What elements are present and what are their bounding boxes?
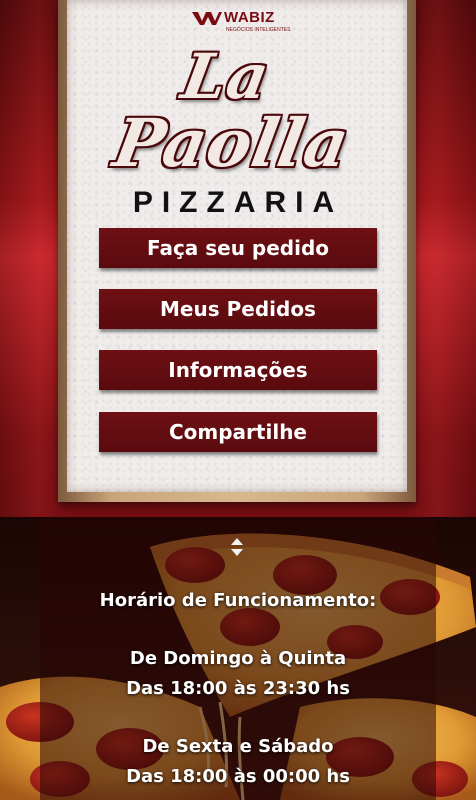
scroll-arrows-icon[interactable] bbox=[229, 536, 245, 558]
my-orders-button[interactable]: Meus Pedidos bbox=[99, 289, 377, 329]
hours-days-2: De Sexta e Sábado bbox=[142, 736, 334, 757]
logo-line-2: Paolla bbox=[108, 104, 356, 182]
brand-tagline: NEGÓCIOS INTELIGENTES bbox=[226, 27, 291, 33]
order-button[interactable]: Faça seu pedido bbox=[99, 228, 377, 268]
information-button[interactable]: Informações bbox=[99, 350, 377, 390]
hours-time-2: Das 18:00 às 00:00 hs bbox=[126, 766, 350, 787]
brand-name: WABIZ bbox=[224, 9, 275, 26]
hours-days-1: De Domingo à Quinta bbox=[129, 648, 347, 669]
hours-title: Horário de Funcionamento: bbox=[99, 590, 377, 611]
wabiz-brand: WABIZ NEGÓCIOS INTELIGENTES bbox=[192, 8, 292, 34]
share-button[interactable]: Compartilhe bbox=[99, 412, 377, 452]
wabiz-logo-icon bbox=[192, 12, 222, 25]
logo-subtitle: PIZZARIA bbox=[132, 186, 344, 219]
logo-line-1: La bbox=[176, 40, 276, 113]
hours-time-1: Das 18:00 às 23:30 hs bbox=[126, 678, 350, 699]
